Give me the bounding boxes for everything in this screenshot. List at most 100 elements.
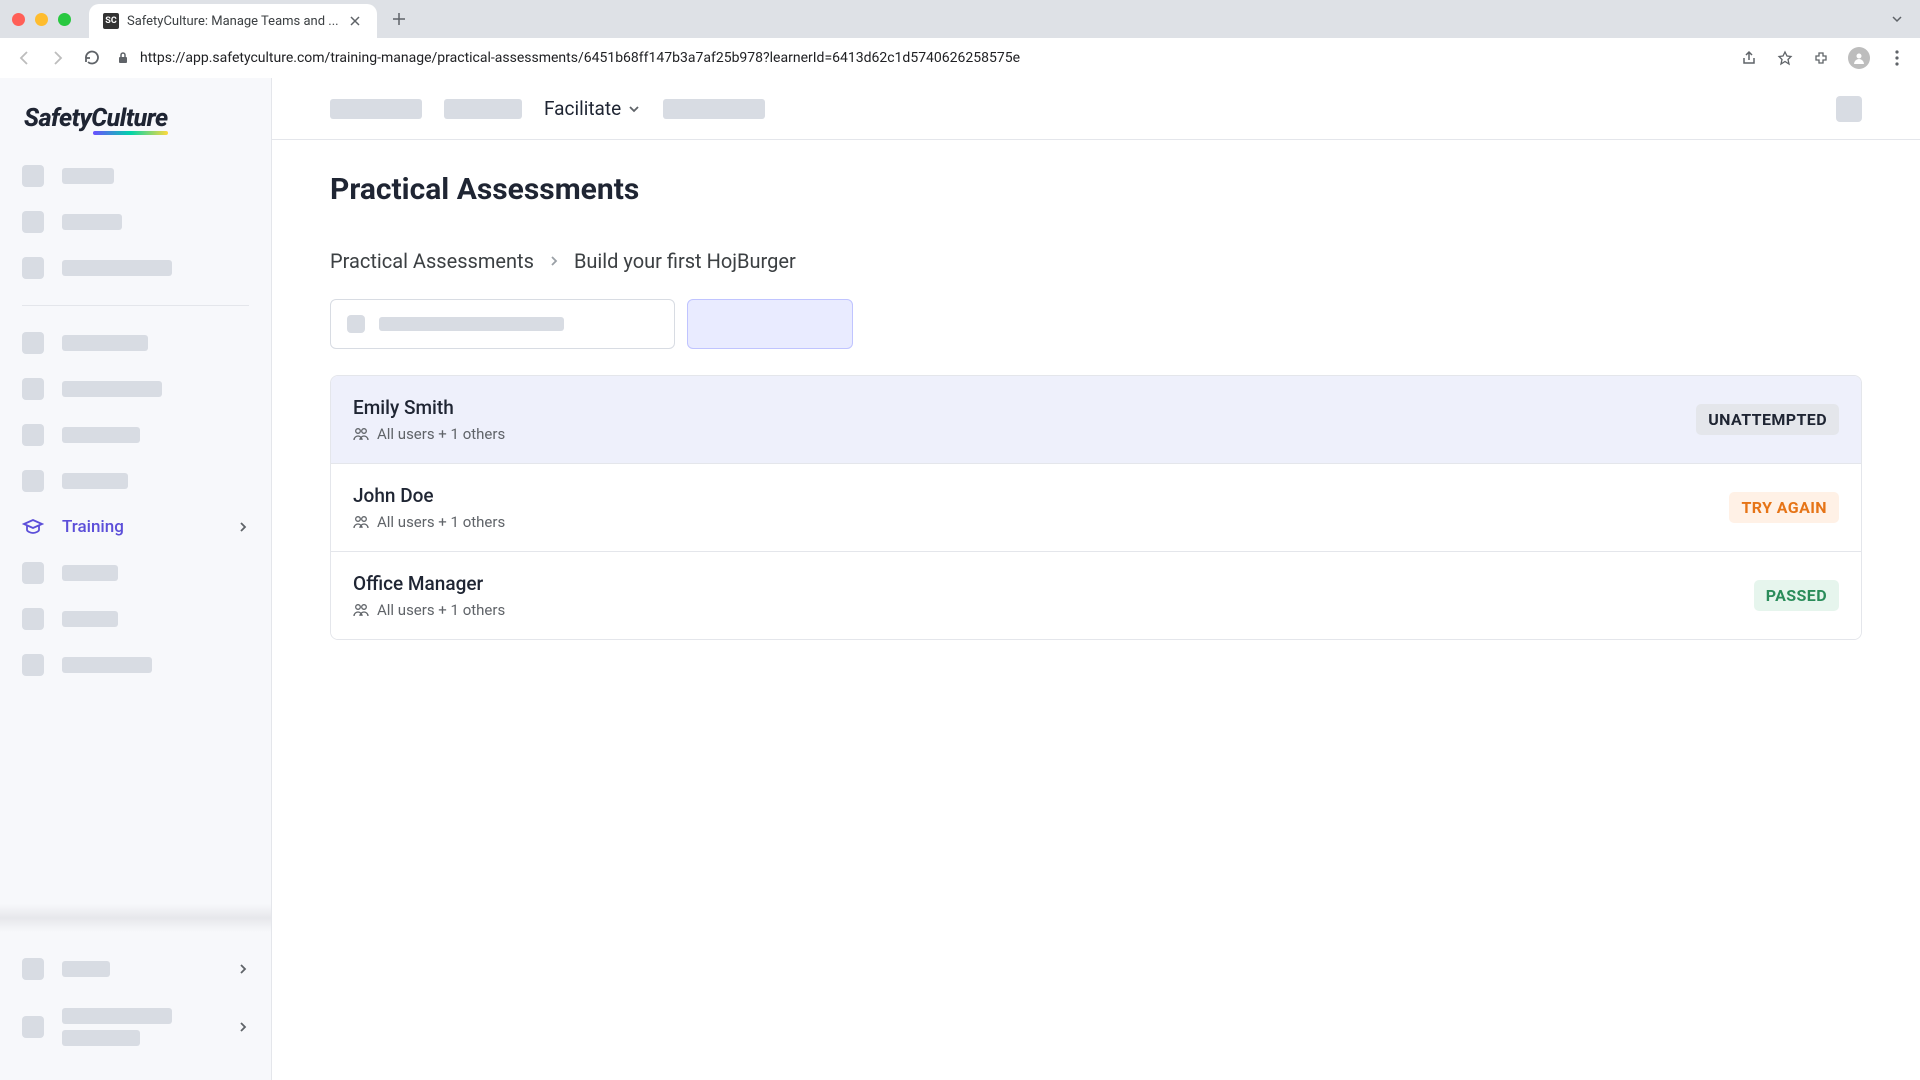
row-name: Emily Smith xyxy=(353,396,505,419)
nav-item-skeleton[interactable] xyxy=(22,245,249,291)
nav-item-skeleton[interactable] xyxy=(22,458,249,504)
nav-item-skeleton[interactable] xyxy=(22,412,249,458)
nav-item-skeleton[interactable] xyxy=(22,366,249,412)
row-subtitle-text: All users + 1 others xyxy=(377,425,505,443)
nav-item-skeleton[interactable] xyxy=(22,199,249,245)
nav-item-skeleton[interactable] xyxy=(22,550,249,596)
chevron-right-icon xyxy=(548,255,560,267)
tab-bar: SC SafetyCulture: Manage Teams and ... xyxy=(0,0,1920,38)
breadcrumb-root[interactable]: Practical Assessments xyxy=(330,249,534,273)
filter-button[interactable] xyxy=(687,299,853,349)
status-badge: UNATTEMPTED xyxy=(1696,404,1839,435)
browser-tab[interactable]: SC SafetyCulture: Manage Teams and ... xyxy=(89,4,377,38)
new-tab-button[interactable] xyxy=(385,5,413,33)
nav-item-skeleton[interactable] xyxy=(22,596,249,642)
address-input[interactable]: https://app.safetyculture.com/training-m… xyxy=(116,50,1726,66)
topbar-action-skeleton[interactable] xyxy=(1836,96,1862,122)
skeleton-icon xyxy=(22,211,44,233)
skeleton-icon xyxy=(22,165,44,187)
chevron-right-icon xyxy=(237,963,249,975)
chevron-right-icon xyxy=(237,521,249,533)
nav-item-skeleton[interactable] xyxy=(22,320,249,366)
chevron-down-icon xyxy=(627,102,641,116)
sidebar-item-label: Training xyxy=(62,517,219,537)
topbar-skeleton[interactable] xyxy=(663,99,765,119)
results-list: Emily Smith All users + 1 others UNATTEMPT… xyxy=(330,375,1862,640)
row-left: Office Manager All users + 1 others xyxy=(353,572,505,619)
search-placeholder-skeleton xyxy=(379,317,564,331)
url-text: https://app.safetyculture.com/training-m… xyxy=(140,50,1020,66)
skeleton-icon xyxy=(22,654,44,676)
forward-button[interactable] xyxy=(48,48,68,68)
chevron-right-icon xyxy=(237,1021,249,1033)
close-window-button[interactable] xyxy=(12,13,25,26)
nav-group-top xyxy=(0,153,271,291)
skeleton-text xyxy=(62,961,110,977)
skeleton-icon xyxy=(22,470,44,492)
skeleton-text xyxy=(62,168,114,184)
result-row[interactable]: John Doe All users + 1 others TRY AGAIN xyxy=(331,464,1861,552)
tab-title: SafetyCulture: Manage Teams and ... xyxy=(127,14,339,29)
users-icon xyxy=(353,515,369,529)
address-bar: https://app.safetyculture.com/training-m… xyxy=(0,38,1920,78)
menu-icon[interactable] xyxy=(1888,49,1906,67)
main: Facilitate Practical Assessments Practic… xyxy=(272,78,1920,1080)
logo-wrap: SafetyCulture xyxy=(0,78,271,153)
row-left: Emily Smith All users + 1 others xyxy=(353,396,505,443)
skeleton-text xyxy=(62,260,172,276)
search-icon-skeleton xyxy=(347,315,365,333)
content: Practical Assessments Practical Assessme… xyxy=(272,140,1920,672)
skeleton-text xyxy=(62,427,140,443)
page-title: Practical Assessments xyxy=(330,172,1862,207)
training-icon xyxy=(22,516,44,538)
minimize-window-button[interactable] xyxy=(35,13,48,26)
skeleton-text xyxy=(62,565,118,581)
app-root: SafetyCulture Training xyxy=(0,78,1920,1080)
row-name: Office Manager xyxy=(353,572,505,595)
skeleton-icon xyxy=(22,424,44,446)
profile-avatar-icon[interactable] xyxy=(1848,47,1870,69)
users-icon xyxy=(353,427,369,441)
row-subtitle-text: All users + 1 others xyxy=(377,601,505,619)
sidebar-bottom xyxy=(0,932,271,1080)
skeleton-icon xyxy=(22,608,44,630)
topbar-skeleton[interactable] xyxy=(444,99,522,119)
result-row[interactable]: Emily Smith All users + 1 others UNATTEMPT… xyxy=(331,376,1861,464)
bookmark-icon[interactable] xyxy=(1776,49,1794,67)
status-badge: TRY AGAIN xyxy=(1729,492,1839,523)
skeleton-text xyxy=(62,335,148,351)
skeleton-text xyxy=(62,611,118,627)
bottom-item-skeleton[interactable] xyxy=(22,944,249,994)
skeleton-icon xyxy=(22,332,44,354)
skeleton-text xyxy=(62,1008,172,1024)
logo[interactable]: SafetyCulture xyxy=(24,104,168,133)
window-controls xyxy=(12,13,71,26)
facilitate-dropdown[interactable]: Facilitate xyxy=(544,97,641,120)
tabs-dropdown-icon[interactable] xyxy=(1890,12,1904,26)
breadcrumb: Practical Assessments Build your first H… xyxy=(330,249,1862,273)
row-name: John Doe xyxy=(353,484,505,507)
close-tab-icon[interactable] xyxy=(347,13,363,29)
nav-item-skeleton[interactable] xyxy=(22,642,249,688)
status-badge: PASSED xyxy=(1754,580,1839,611)
topbar: Facilitate xyxy=(272,78,1920,140)
nav-divider xyxy=(22,305,249,306)
reload-button[interactable] xyxy=(82,48,102,68)
share-icon[interactable] xyxy=(1740,49,1758,67)
sidebar-item-training[interactable]: Training xyxy=(22,504,249,550)
tab-favicon-icon: SC xyxy=(103,13,119,29)
nav-item-skeleton[interactable] xyxy=(22,153,249,199)
topbar-skeleton[interactable] xyxy=(330,99,422,119)
search-input[interactable] xyxy=(330,299,675,349)
extensions-icon[interactable] xyxy=(1812,49,1830,67)
maximize-window-button[interactable] xyxy=(58,13,71,26)
dropdown-label: Facilitate xyxy=(544,97,621,120)
sidebar: SafetyCulture Training xyxy=(0,78,272,1080)
browser-chrome: SC SafetyCulture: Manage Teams and ... h… xyxy=(0,0,1920,78)
skeleton-icon xyxy=(22,958,44,980)
back-button[interactable] xyxy=(14,48,34,68)
row-subtitle-text: All users + 1 others xyxy=(377,513,505,531)
result-row[interactable]: Office Manager All users + 1 others PASSED xyxy=(331,552,1861,639)
users-icon xyxy=(353,603,369,617)
bottom-item-skeleton[interactable] xyxy=(22,994,249,1060)
